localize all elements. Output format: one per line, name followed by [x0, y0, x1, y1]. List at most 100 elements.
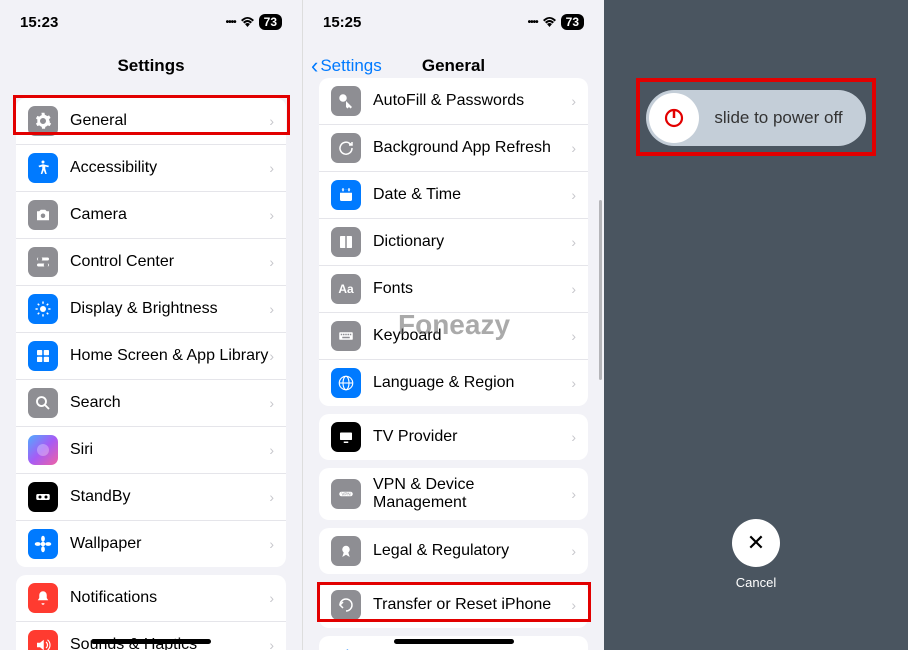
row-home-screen[interactable]: Home Screen & App Library › [16, 333, 286, 380]
grid-icon [28, 341, 58, 371]
calendar-icon [331, 180, 361, 210]
chevron-right-icon: › [269, 590, 274, 606]
gear-icon [28, 106, 58, 136]
row-label: Fonts [373, 280, 571, 298]
row-control-center[interactable]: Control Center › [16, 239, 286, 286]
back-label: Settings [320, 56, 381, 76]
row-siri[interactable]: Siri › [16, 427, 286, 474]
tv-icon [331, 422, 361, 452]
refresh-icon [331, 133, 361, 163]
row-notifications[interactable]: Notifications › [16, 575, 286, 622]
fonts-icon: Aa [331, 274, 361, 304]
signal-icon: •••• [528, 17, 538, 28]
row-general[interactable]: General › [16, 98, 286, 145]
chevron-right-icon: › [269, 254, 274, 270]
row-bg-refresh[interactable]: Background App Refresh › [319, 125, 588, 172]
chevron-right-icon: › [571, 597, 576, 613]
chevron-right-icon: › [269, 536, 274, 552]
settings-screen: 15:23 •••• 73 Settings General › Accessi… [0, 0, 302, 650]
row-vpn[interactable]: VPN VPN & Device Management › [319, 468, 588, 520]
general-screen: 15:25 •••• 73 ‹ Settings General AutoFil… [302, 0, 604, 650]
chevron-right-icon: › [269, 207, 274, 223]
cert-icon [331, 536, 361, 566]
nav-header: Settings [0, 44, 302, 88]
siri-icon [28, 435, 58, 465]
row-accessibility[interactable]: Accessibility › [16, 145, 286, 192]
row-legal[interactable]: Legal & Regulatory › [319, 528, 588, 574]
page-title: Settings [117, 56, 184, 76]
chevron-right-icon: › [269, 395, 274, 411]
cancel-button[interactable]: ✕ [732, 519, 780, 567]
row-label: Background App Refresh [373, 139, 571, 157]
chevron-right-icon: › [269, 489, 274, 505]
status-indicators: •••• 73 [528, 14, 584, 31]
power-off-screen: slide to power off ✕ Cancel [604, 0, 908, 650]
page-title: General [422, 56, 485, 76]
row-label: Wallpaper [70, 535, 269, 553]
accessibility-icon [28, 153, 58, 183]
row-label: AutoFill & Passwords [373, 92, 571, 110]
signal-icon: •••• [226, 17, 236, 28]
chevron-right-icon: › [269, 113, 274, 129]
power-icon [662, 106, 686, 130]
row-label: VPN & Device Management [373, 476, 571, 512]
settings-group-1: General › Accessibility › Camera › Contr… [16, 98, 286, 567]
row-label: Display & Brightness [70, 300, 269, 318]
row-label: General [70, 112, 269, 130]
row-sounds-haptics[interactable]: Sounds & Haptics › [16, 622, 286, 650]
speaker-icon [28, 630, 58, 650]
row-label: Keyboard [373, 327, 571, 345]
standby-icon [28, 482, 58, 512]
general-group-3: VPN VPN & Device Management › [319, 468, 588, 520]
row-wallpaper[interactable]: Wallpaper › [16, 521, 286, 567]
row-camera[interactable]: Camera › [16, 192, 286, 239]
slide-to-power-off[interactable]: slide to power off [646, 90, 866, 146]
row-fonts[interactable]: Aa Fonts › [319, 266, 588, 313]
row-label: Home Screen & App Library [70, 347, 269, 365]
status-time: 15:23 [20, 14, 58, 31]
home-indicator[interactable] [91, 639, 211, 644]
row-display-brightness[interactable]: Display & Brightness › [16, 286, 286, 333]
row-label: Camera [70, 206, 269, 224]
chevron-right-icon: › [571, 543, 576, 559]
status-bar: 15:23 •••• 73 [0, 0, 302, 44]
row-dictionary[interactable]: Dictionary › [319, 219, 588, 266]
row-keyboard[interactable]: Keyboard › [319, 313, 588, 360]
reset-icon [331, 590, 361, 620]
chevron-right-icon: › [571, 328, 576, 344]
book-icon [331, 227, 361, 257]
chevron-left-icon: ‹ [311, 53, 318, 79]
row-label: Legal & Regulatory [373, 542, 571, 560]
battery-badge: 73 [561, 14, 584, 30]
power-knob[interactable] [649, 93, 699, 143]
chevron-right-icon: › [571, 93, 576, 109]
back-button[interactable]: ‹ Settings [311, 53, 382, 79]
scrollbar[interactable] [599, 200, 602, 380]
status-bar: 15:25 •••• 73 [303, 0, 604, 44]
row-transfer-reset[interactable]: Transfer or Reset iPhone › [319, 582, 588, 628]
row-date-time[interactable]: Date & Time › [319, 172, 588, 219]
general-group-2: TV Provider › [319, 414, 588, 460]
status-time: 15:25 [323, 14, 361, 31]
chevron-right-icon: › [571, 429, 576, 445]
row-search[interactable]: Search › [16, 380, 286, 427]
row-label: Notifications [70, 589, 269, 607]
camera-icon [28, 200, 58, 230]
home-indicator[interactable] [394, 639, 514, 644]
close-icon: ✕ [747, 530, 765, 556]
keyboard-icon [331, 321, 361, 351]
general-group-4: Legal & Regulatory › [319, 528, 588, 574]
row-label: Language & Region [373, 374, 571, 392]
chevron-right-icon: › [571, 486, 576, 502]
row-autofill[interactable]: AutoFill & Passwords › [319, 78, 588, 125]
general-group-1: AutoFill & Passwords › Background App Re… [319, 78, 588, 406]
chevron-right-icon: › [269, 301, 274, 317]
row-language-region[interactable]: Language & Region › [319, 360, 588, 406]
row-standby[interactable]: StandBy › [16, 474, 286, 521]
cancel-label: Cancel [732, 575, 780, 590]
row-label: Siri [70, 441, 269, 459]
row-tv-provider[interactable]: TV Provider › [319, 414, 588, 460]
chevron-right-icon: › [269, 160, 274, 176]
row-label: Date & Time [373, 186, 571, 204]
row-label: StandBy [70, 488, 269, 506]
